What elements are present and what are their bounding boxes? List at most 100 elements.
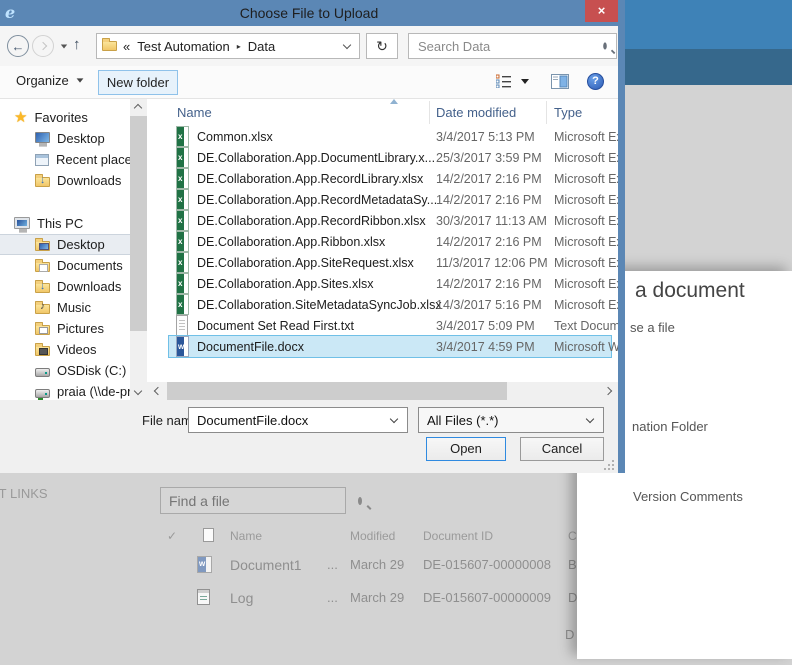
bg-table-row[interactable]: w Document1... March 29 DE-015607-00000008 B xyxy=(0,553,577,579)
file-name: DE.Collaboration.App.DocumentLibrary.x..… xyxy=(197,150,436,165)
file-row[interactable]: x DE.Collaboration.App.Sites.xlsx 14/2/201… xyxy=(169,273,618,294)
file-type: Microsoft Ex xyxy=(554,255,618,270)
file-name: DE.Collaboration.App.RecordMetadataSy... xyxy=(197,192,438,207)
file-type-select[interactable]: All Files (*.*) xyxy=(418,407,604,433)
sidebar-item-label: Desktop xyxy=(57,237,105,252)
sidebar-item-downloads[interactable]: Downloads xyxy=(0,170,130,191)
new-folder-button[interactable]: New folder xyxy=(98,70,178,95)
sidebar-item-music[interactable]: Music xyxy=(0,297,130,318)
address-bar[interactable]: « Test Automation ▸ Data xyxy=(96,33,360,59)
file-name: DE.Collaboration.App.RecordRibbon.xlsx xyxy=(197,213,426,228)
open-button[interactable]: Open xyxy=(426,437,506,461)
view-dropdown-icon xyxy=(521,78,529,84)
file-row[interactable]: x DE.Collaboration.App.RecordLibrary.xlsx… xyxy=(169,168,618,189)
file-date-modified: 14/3/2017 5:16 PM xyxy=(436,297,542,312)
file-row[interactable]: w DocumentFile.docx 3/4/2017 4:59 PM Micros… xyxy=(168,335,618,358)
file-type: Microsoft Ex xyxy=(554,276,618,291)
file-row[interactable]: x Common.xlsx 3/4/2017 5:13 PM Microsoft Ex xyxy=(169,126,618,147)
search-icon xyxy=(358,496,362,505)
scroll-right-icon[interactable] xyxy=(603,386,613,396)
bg-table-row[interactable]: Log... March 29 DE-015607-00000009 D xyxy=(0,586,577,612)
cancel-button[interactable]: Cancel xyxy=(520,437,604,461)
select-dropdown-icon[interactable] xyxy=(585,414,595,423)
screen: EDIT LINKS ✓ Name Modified Document ID C… xyxy=(0,0,792,665)
horizontal-scrollbar[interactable] xyxy=(147,382,618,400)
file-type: Microsoft W xyxy=(554,339,618,354)
choose-file-dialog: e Choose File to Upload × ← ↑ « Test Aut… xyxy=(0,0,625,473)
back-button[interactable]: ← xyxy=(7,35,29,57)
forward-button[interactable] xyxy=(32,35,54,57)
sidebar-item-desktop[interactable]: Desktop xyxy=(0,128,130,149)
change-view-button[interactable] xyxy=(496,74,529,88)
dialog-titlebar[interactable]: e Choose File to Upload × xyxy=(0,0,618,26)
combo-dropdown-icon[interactable] xyxy=(389,414,399,423)
file-row[interactable]: Document Set Read First.txt 3/4/2017 5:09… xyxy=(169,315,618,336)
file-row[interactable]: x DE.Collaboration.App.RecordMetadataSy..… xyxy=(169,189,618,210)
sidebar-item-praia-de-prod-[interactable]: praia (\\de-prod. xyxy=(0,381,130,400)
sidebar-item-recent-places[interactable]: Recent places xyxy=(0,149,130,170)
sidebar-group-favorites[interactable]: ★ Favorites xyxy=(0,107,130,128)
sidebar-scrollbar[interactable] xyxy=(130,99,147,400)
sort-ascending-icon xyxy=(390,99,398,104)
sidebar-group-this-pc[interactable]: This PC xyxy=(0,213,130,234)
file-type-value: All Files (*.*) xyxy=(427,412,499,428)
column-divider[interactable] xyxy=(429,101,430,124)
file-row[interactable]: x DE.Collaboration.App.DocumentLibrary.x.… xyxy=(169,147,618,168)
preview-pane-button[interactable] xyxy=(551,74,569,89)
up-button[interactable]: ↑ xyxy=(73,36,81,53)
refresh-button[interactable]: ↻ xyxy=(366,33,398,59)
sidebar-item-desktop[interactable]: Desktop xyxy=(0,234,130,255)
column-type[interactable]: Type xyxy=(554,105,582,120)
file-row[interactable]: x DE.Collaboration.SiteMetadataSyncJob.xl… xyxy=(169,294,618,315)
sidebar-item-downloads[interactable]: Downloads xyxy=(0,276,130,297)
file-type: Microsoft Ex xyxy=(554,150,618,165)
choose-file-label: se a file xyxy=(630,320,675,335)
file-date-modified: 3/4/2017 4:59 PM xyxy=(436,339,535,354)
search-input[interactable] xyxy=(409,38,603,54)
file-type: Microsoft Ex xyxy=(554,192,618,207)
sidebar-item-videos[interactable]: Videos xyxy=(0,339,130,360)
file-name-input[interactable] xyxy=(189,412,391,428)
sidebar-item-label: Music xyxy=(57,300,91,315)
preview-pane-icon xyxy=(551,74,569,89)
folder-music-icon xyxy=(35,301,50,314)
sidebar-item-label: Downloads xyxy=(57,173,122,188)
file-name: DE.Collaboration.App.RecordLibrary.xlsx xyxy=(197,171,424,186)
dialog-title: Choose File to Upload xyxy=(239,5,379,21)
find-a-file-input[interactable] xyxy=(161,492,358,509)
find-a-file-searchbox[interactable] xyxy=(160,487,362,514)
excel-icon: x xyxy=(176,126,189,147)
bg-doc-modified: March 29 xyxy=(350,557,405,572)
file-row[interactable]: x DE.Collaboration.App.SiteRequest.xlsx 11… xyxy=(169,252,618,273)
scroll-left-icon[interactable] xyxy=(153,386,163,396)
sidebar-scrollbar-thumb[interactable] xyxy=(130,116,147,331)
folder-desktop-icon xyxy=(35,238,50,251)
close-button[interactable]: × xyxy=(585,0,618,22)
file-row[interactable]: x DE.Collaboration.App.Ribbon.xlsx 14/2/20… xyxy=(169,231,618,252)
file-date-modified: 14/2/2017 2:16 PM xyxy=(436,234,542,249)
bg-doc-modified: March 29 xyxy=(350,590,405,605)
bg-doc-id: DE-015607-00000009 xyxy=(423,590,551,605)
breadcrumb-test-automation[interactable]: Test Automation xyxy=(137,39,230,54)
resize-grip[interactable] xyxy=(604,460,614,470)
file-row[interactable]: x DE.Collaboration.App.RecordRibbon.xlsx 3… xyxy=(169,210,618,231)
sidebar-item-osdisk-c-[interactable]: OSDisk (C:) xyxy=(0,360,130,381)
breadcrumb-data[interactable]: Data xyxy=(248,39,275,54)
address-dropdown-icon[interactable] xyxy=(342,40,352,49)
organize-menu[interactable]: Organize xyxy=(16,73,84,88)
sidebar-item-documents[interactable]: Documents xyxy=(0,255,130,276)
bg-docid-header: Document ID xyxy=(423,529,494,543)
file-name-combobox[interactable] xyxy=(188,407,408,433)
sidebar-item-pictures[interactable]: Pictures xyxy=(0,318,130,339)
horizontal-scrollbar-thumb[interactable] xyxy=(167,382,507,400)
column-divider[interactable] xyxy=(546,101,547,124)
scroll-down-icon[interactable] xyxy=(133,386,143,396)
scroll-up-icon[interactable] xyxy=(133,103,143,113)
search-box[interactable] xyxy=(408,33,617,59)
column-date-modified[interactable]: Date modified xyxy=(436,105,516,120)
column-name[interactable]: Name xyxy=(177,105,212,120)
help-button[interactable]: ? xyxy=(587,73,604,90)
history-dropdown-icon[interactable] xyxy=(60,44,68,49)
dialog-footer: File name: All Files (*.*) Open Cancel xyxy=(0,400,618,473)
